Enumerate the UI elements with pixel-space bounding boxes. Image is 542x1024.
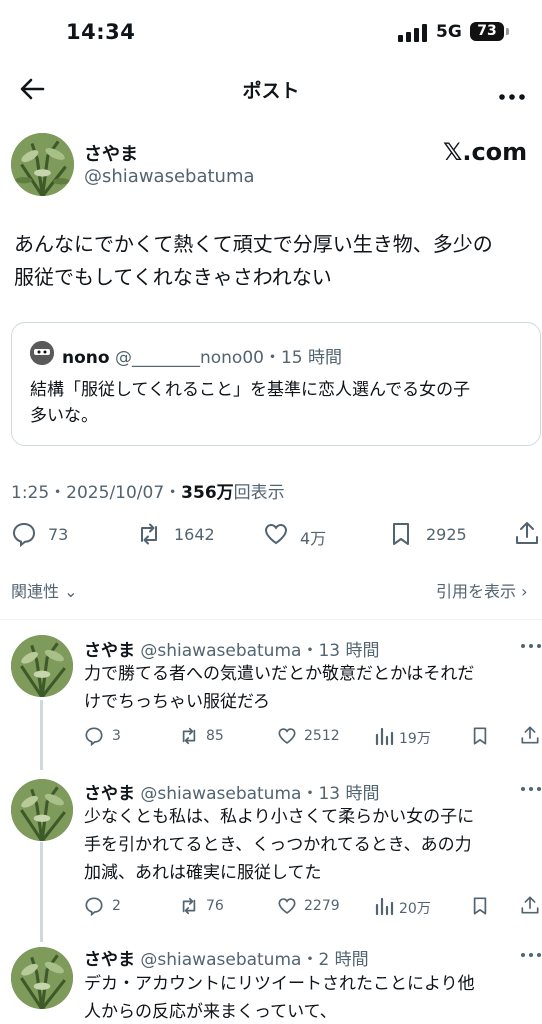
sort-relevance-dropdown[interactable]: 関連性 ⌄ — [11, 578, 78, 602]
views-icon[interactable] — [374, 726, 394, 746]
reply-text-line: 少なくとも私は、私より小さくて柔らかい女の子に — [84, 807, 475, 827]
bookmark-icon — [393, 523, 409, 545]
bookmark-action[interactable] — [388, 521, 414, 551]
author-name[interactable]: さやま — [84, 140, 138, 166]
reply-author-name[interactable]: さやま — [84, 784, 135, 804]
reply-count: 2 — [112, 898, 121, 914]
reply-more-icon[interactable] — [520, 952, 542, 958]
repost-action[interactable] — [136, 521, 162, 551]
quote-author-name: nono — [62, 348, 110, 368]
quote-text-line: 多いな。 — [30, 406, 98, 426]
author-handle[interactable]: @shiawasebatuma — [84, 166, 255, 187]
reply-count: 3 — [112, 728, 121, 744]
repost-icon[interactable] — [179, 726, 199, 746]
reply-meta: @shiawasebatuma・13 時間 — [135, 784, 380, 804]
reply-author-name[interactable]: さやま — [84, 950, 135, 970]
reply-text-line: けでちっちゃい服従だろ — [84, 692, 270, 712]
like-count: 4万 — [300, 529, 327, 548]
quote-text: 結構「服従してくれること」を基準に恋人選んでる女の子 多いな。 — [30, 377, 530, 429]
reply-text-line: 手を引かれてるとき、くっつかれてるとき、あの力 — [84, 835, 472, 855]
view-suffix: 回表示 — [233, 483, 285, 503]
view-count: 356万 — [181, 483, 234, 503]
bookmark-count: 2925 — [426, 525, 467, 544]
repost-count: 1642 — [174, 525, 215, 544]
repost-count: 76 — [206, 898, 224, 914]
reply-avatar[interactable] — [11, 947, 73, 1009]
status-time: 14:34 — [66, 20, 136, 44]
battery-icon: 73 — [470, 22, 504, 41]
reply-count: 73 — [48, 525, 69, 544]
quote-meta: @________nono00・15 時間 — [109, 348, 342, 368]
more-icon[interactable] — [498, 86, 526, 100]
divider — [0, 619, 542, 620]
signal-icon — [398, 24, 428, 42]
post-text-line: あんなにでかくて熱くて頑丈で分厚い生き物、多少の — [14, 232, 493, 256]
reply-header: さやま @shiawasebatuma・2 時間 — [84, 945, 369, 970]
like-action[interactable] — [263, 521, 289, 551]
reply-text: 少なくとも私は、私より小さくて柔らかい女の子に 手を引かれてるとき、くっつかれて… — [84, 803, 534, 887]
reply-header: さやま @shiawasebatuma・13 時間 — [84, 779, 379, 804]
reply-text: 力で勝てる者への気遣いだとか敬意だとかはそれだ けでちっちゃい服従だろ — [84, 660, 534, 716]
reply-icon[interactable] — [84, 726, 104, 746]
views-count: 19万 — [399, 731, 431, 747]
reply-meta: @shiawasebatuma・2 時間 — [135, 950, 369, 970]
reply-more-icon[interactable] — [520, 643, 542, 649]
reply-action[interactable] — [11, 521, 37, 551]
share-icon[interactable] — [520, 895, 540, 915]
post-timestamp: 1:25・2025/10/07・ — [11, 483, 182, 503]
reply-text-line: 人からの反応が来まくっていて、 — [84, 1002, 337, 1022]
reply-author-name[interactable]: さやま — [84, 641, 135, 661]
like-count: 2279 — [304, 898, 340, 914]
reply-text: デカ・アカウントにリツイートされたことにより他 人からの反応が来まくっていて、 — [84, 970, 534, 1024]
views-count: 20万 — [399, 901, 431, 917]
reply-meta: @shiawasebatuma・13 時間 — [135, 641, 380, 661]
reply-avatar[interactable] — [11, 779, 73, 841]
quote-text-line: 結構「服従してくれること」を基準に恋人選んでる女の子 — [30, 380, 471, 400]
repost-icon[interactable] — [179, 896, 199, 916]
reply-text-line: 加減、あれは確実に服従してた — [84, 863, 322, 883]
share-icon[interactable] — [520, 725, 540, 745]
reply-icon[interactable] — [84, 896, 104, 916]
post-timestamp-views: 1:25・2025/10/07・356万回表示 — [11, 478, 285, 503]
views-icon[interactable] — [374, 896, 394, 916]
network-label: 5G — [436, 22, 462, 42]
reply-more-icon[interactable] — [520, 786, 542, 792]
quote-avatar — [30, 341, 54, 365]
reply-header: さやま @shiawasebatuma・13 時間 — [84, 636, 379, 661]
author-avatar[interactable] — [11, 133, 74, 196]
share-icon — [516, 522, 538, 544]
bookmark-icon[interactable] — [470, 896, 490, 916]
post-text: あんなにでかくて熱くて頑丈で分厚い生き物、多少の 服従でもしてくれなきゃさわれな… — [14, 228, 534, 294]
bookmark-icon[interactable] — [470, 726, 490, 746]
page-title: ポスト — [242, 80, 300, 102]
reply-text-line: 力で勝てる者への気遣いだとか敬意だとかはそれだ — [84, 664, 475, 684]
reply-icon — [12, 522, 36, 548]
view-quotes-link[interactable]: 引用を表示 › — [436, 578, 528, 602]
like-count: 2512 — [304, 728, 340, 744]
share-action[interactable] — [514, 520, 540, 550]
quote-header: nono @________nono00・15 時間 — [62, 343, 342, 368]
thread-line — [40, 842, 43, 942]
post-text-line: 服従でもしてくれなきゃさわれない — [14, 265, 332, 289]
repost-icon — [141, 523, 157, 545]
like-icon — [264, 523, 288, 545]
like-icon[interactable] — [277, 896, 297, 916]
reply-avatar[interactable] — [11, 635, 73, 697]
x-watermark: 𝕏.com — [443, 138, 528, 166]
battery-tip — [506, 28, 509, 35]
thread-line — [40, 700, 43, 770]
like-icon[interactable] — [277, 726, 297, 746]
repost-count: 85 — [206, 728, 224, 744]
reply-text-line: デカ・アカウントにリツイートされたことにより他 — [84, 974, 475, 994]
